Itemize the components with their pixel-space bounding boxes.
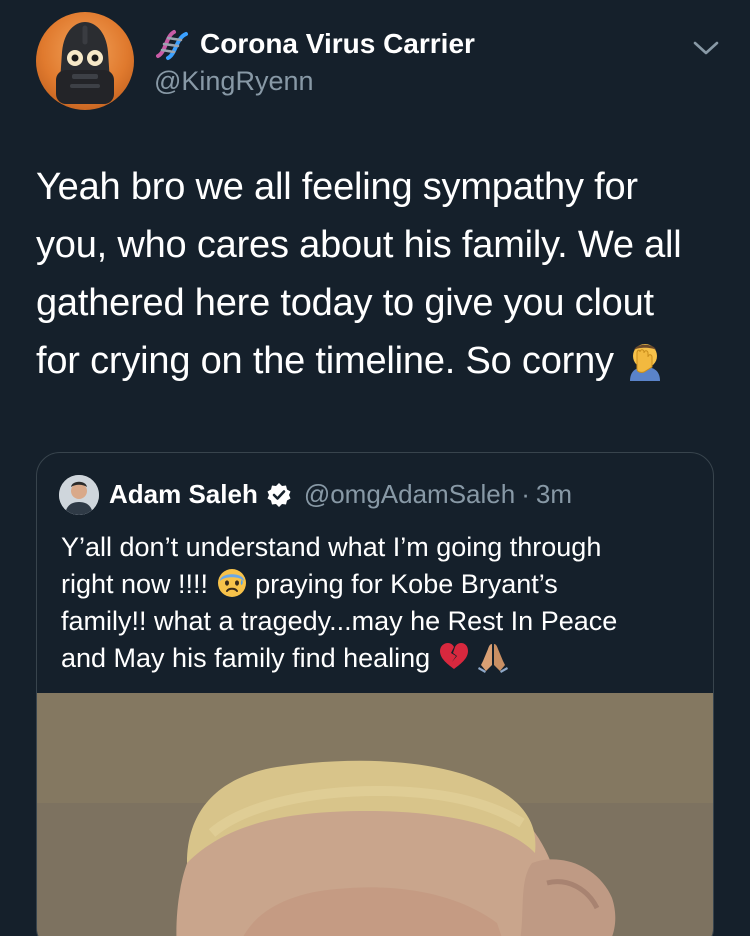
quoted-text-line-last: and May his family find healing — [61, 640, 701, 677]
video-thumbnail — [37, 693, 713, 936]
quoted-text-fragment: and May his family find healing — [61, 643, 431, 673]
quoted-text-line-2: right now !!!! praying for Kobe Bryant’s — [61, 566, 701, 603]
quoted-text-line: Y’all don’t understand what I’m going th… — [61, 532, 602, 562]
anxious-face-emoji-icon — [216, 567, 248, 599]
tweet-text-line-last: for crying on the timeline. So corny — [36, 332, 726, 390]
header-separator: · — [521, 479, 530, 509]
quoted-author-handle[interactable]: @omgAdamSaleh — [304, 479, 515, 510]
quoted-text-line: family!! what a tragedy...may he Rest In… — [61, 606, 618, 636]
tweet-container: Corona Virus Carrier @KingRyenn Yeah bro… — [0, 0, 750, 936]
quoted-text-fragment: right now !!!! — [61, 569, 209, 599]
tweet-text-line: for crying on the timeline. So corny — [36, 340, 614, 382]
quoted-tweet-text: Y’all don’t understand what I’m going th… — [61, 529, 701, 677]
chevron-down-icon[interactable] — [692, 36, 720, 60]
quoted-text-fragment: praying for Kobe Bryant’s — [255, 569, 558, 599]
tweet-text: Yeah bro we all feeling sympathy for you… — [36, 158, 726, 390]
author-display-name: Corona Virus Carrier — [200, 28, 475, 59]
tweet-text-line: gathered here today to give you clout — [36, 282, 654, 324]
person-avatar-icon — [59, 475, 99, 515]
quoted-tweet-media[interactable] — [37, 693, 713, 936]
author-avatar[interactable] — [36, 12, 134, 110]
broken-heart-emoji-icon — [438, 641, 470, 673]
iron-giant-avatar-icon — [56, 22, 114, 104]
tweet-text-line: Yeah bro we all feeling sympathy for — [36, 166, 638, 208]
verified-badge-icon — [266, 482, 292, 508]
dna-icon — [154, 26, 190, 62]
quoted-tweet-header: Adam Saleh @omgAdamSaleh · 3m — [109, 479, 572, 510]
quoted-author-name[interactable]: Adam Saleh — [109, 479, 258, 510]
author-handle[interactable]: @KingRyenn — [154, 66, 314, 97]
man-facepalming-emoji-icon — [624, 339, 666, 381]
quoted-tweet-timestamp[interactable]: 3m — [536, 479, 572, 510]
quoted-author-avatar[interactable] — [59, 475, 99, 515]
tweet-text-line: you, who cares about his family. We all — [36, 224, 682, 266]
folded-hands-emoji-icon — [477, 641, 509, 673]
quoted-tweet-card[interactable]: Adam Saleh @omgAdamSaleh · 3m Y’all don’… — [36, 452, 714, 936]
author-display-name-row[interactable]: Corona Virus Carrier — [154, 26, 475, 62]
